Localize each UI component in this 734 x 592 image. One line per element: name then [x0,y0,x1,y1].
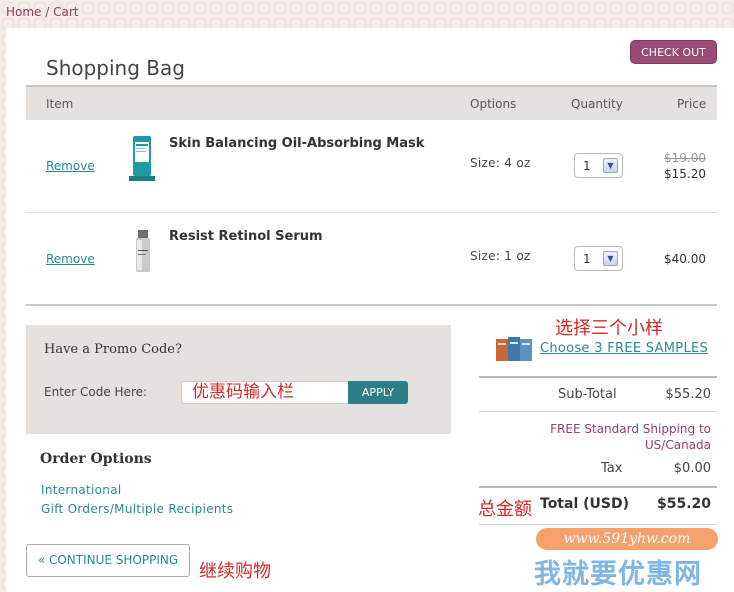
breadcrumb: Home / Cart [6,5,78,19]
tax-label: Tax [601,461,623,476]
total-label: Total (USD) [540,496,629,512]
promo-code-input[interactable]: 优惠码输入栏 [181,381,351,404]
col-quantity: Quantity [571,97,623,111]
apply-button[interactable]: APPLY [348,381,408,404]
annotation-total: 总金额 [478,499,532,520]
quantity-value: 1 [583,159,591,173]
international-link[interactable]: International [41,483,122,497]
remove-link[interactable]: Remove [46,159,95,173]
summary-divider [479,524,717,525]
quantity-value: 1 [583,252,591,266]
continue-shopping-button[interactable]: « CONTINUE SHOPPING [26,544,190,577]
col-options: Options [470,97,517,111]
serum-bottle-image [136,230,150,272]
col-item: Item [46,97,74,111]
total-value: $55.20 [656,496,711,512]
breadcrumb-home-link[interactable]: Home [6,5,41,19]
watermark-url: www.591yhw.com [536,528,718,550]
summary-divider [479,411,717,412]
annotation-samples: 选择三个小样 [555,318,663,339]
watermark-text: 我就要优惠网 [534,559,702,590]
table-bottom-divider [26,304,717,306]
watermark: www.591yhw.com 我就要优惠网 [532,528,734,592]
annotation-continue: 继续购物 [199,561,271,582]
quantity-select[interactable]: 1 ▼ [574,246,623,271]
product-price: $40.00 [664,252,706,266]
quantity-select[interactable]: 1 ▼ [574,153,623,178]
chevron-down-icon: ▼ [603,251,618,266]
shipping-note: FREE Standard Shipping to US/Canada [550,422,711,452]
checkout-button[interactable]: CHECK OUT [630,40,717,64]
breadcrumb-cart-link[interactable]: Cart [53,5,78,19]
summary-divider [479,486,717,488]
summary-divider [479,376,717,378]
samples-icon [496,337,532,361]
table-header: Item Options Quantity Price [26,87,717,120]
page-title: Shopping Bag [46,56,185,80]
promo-title: Have a Promo Code? [44,342,182,357]
tax-value: $0.00 [673,461,711,476]
mask-tube-image [129,136,155,181]
sale-price: $15.20 [664,167,706,181]
remove-link[interactable]: Remove [46,252,95,266]
promo-code-box: Have a Promo Code? Enter Code Here: 优惠码输… [26,325,451,434]
row-divider [26,212,717,213]
original-price: $19.00 [664,151,706,165]
subtotal-label: Sub-Total [558,387,617,402]
gift-orders-link[interactable]: Gift Orders/Multiple Recipients [41,502,233,516]
product-name[interactable]: Skin Balancing Oil-Absorbing Mask [169,136,424,151]
order-options-title: Order Options [40,451,152,467]
promo-label: Enter Code Here: [44,385,148,399]
chevron-down-icon: ▼ [603,158,618,173]
breadcrumb-separator: / [41,5,54,19]
free-samples-link[interactable]: Choose 3 FREE SAMPLES [540,341,708,356]
product-size: Size: 4 oz [470,156,531,170]
product-size: Size: 1 oz [470,249,531,263]
col-price: Price [677,97,707,111]
subtotal-value: $55.20 [665,387,712,402]
product-name[interactable]: Resist Retinol Serum [169,229,323,244]
